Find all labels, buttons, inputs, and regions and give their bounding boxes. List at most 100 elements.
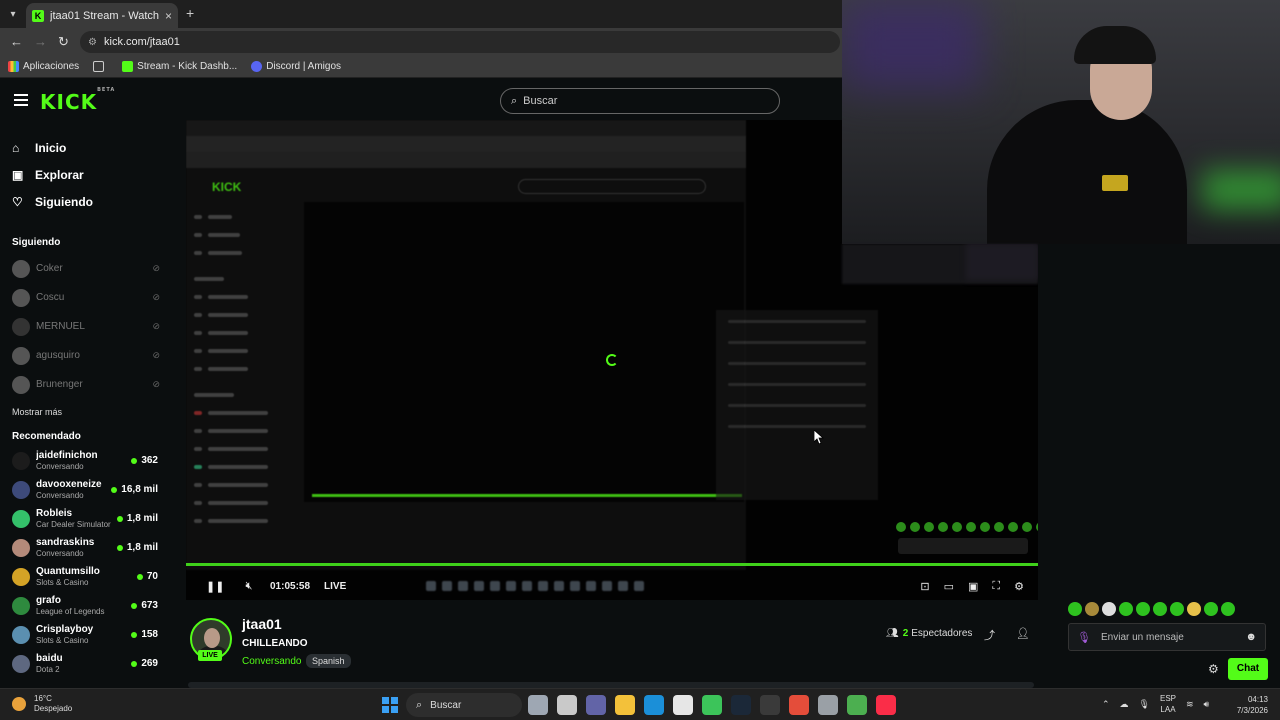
emote-icon[interactable] [1153,602,1167,616]
back-icon[interactable]: ← [10,34,23,49]
recommended-item[interactable]: Crisplayboy Slots & Casino 158 [0,620,170,649]
url-field[interactable]: ⚙ kick.com/jtaa01 [80,31,840,53]
pip-icon[interactable]: ▣ [968,580,978,593]
emote-icon[interactable] [1068,602,1082,616]
language-indicator[interactable]: ESP LAA [1160,693,1176,715]
chrome-icon[interactable] [789,695,809,715]
nav-inicio[interactable]: ⌂ Inicio [12,134,170,161]
show-more-link[interactable]: Mostrar más [0,407,170,417]
nav-label: Explorar [35,167,84,182]
progress-bar[interactable] [186,563,1038,566]
avatar [12,538,30,557]
recommended-item[interactable]: Quantumsillo Slots & Casino 70 [0,562,170,591]
avatar [12,509,30,528]
nav-siguiendo[interactable]: ♡ Siguiendo [12,188,170,215]
edge-icon[interactable] [644,695,664,715]
emote-icon[interactable] [1085,602,1099,616]
chrome-profile-icon[interactable] [847,695,867,715]
recommended-item[interactable]: grafo League of Legends 673 [0,591,170,620]
search-input[interactable]: ⌕ Buscar [500,88,780,114]
settings-icon[interactable]: ⚙ [1014,580,1024,593]
bookmark-discord[interactable]: Discord | Amigos [251,61,341,72]
bookmark-grid[interactable] [93,61,108,72]
mic-tray-icon[interactable]: 🎙︎ [1139,699,1150,710]
teams-icon[interactable] [586,695,606,715]
emote-icon[interactable] [1170,602,1184,616]
following-item[interactable]: Coscu ⊘ [0,283,170,312]
emote-icon[interactable] [1221,602,1235,616]
steam-icon[interactable] [731,695,751,715]
following-item[interactable]: agusquiro ⊘ [0,341,170,370]
emote-icon[interactable] [1187,602,1201,616]
menu-icon[interactable] [14,94,28,106]
weather-widget[interactable]: 16°C Despejado [12,694,72,714]
live-dot-icon [116,515,123,522]
emoji-icon[interactable]: ☻ [1245,631,1257,643]
fullscreen-icon[interactable]: ⛶ [992,580,1000,593]
bookmark-apps[interactable]: Aplicaciones [8,61,79,72]
forward-icon[interactable]: → [34,34,47,49]
theater-icon[interactable]: ▭ [944,580,954,593]
follow-user-icon[interactable]: 👤︎ [1016,627,1030,640]
new-tab-icon[interactable]: + [186,5,194,21]
emote-icon[interactable] [1102,602,1116,616]
streamer-name[interactable]: jtaa01 [242,616,282,632]
settings-app-icon[interactable] [818,695,838,715]
cloud-icon[interactable]: ☁ [1120,699,1129,710]
recommended-item[interactable]: Robleis Car Dealer Simulator 1,8 mil [0,504,170,533]
emote-icon[interactable] [1119,602,1133,616]
clock-time: 04:13 [1247,695,1268,704]
language-tag[interactable]: Spanish [306,654,351,668]
app-icon[interactable] [528,695,548,715]
windows-start-icon[interactable] [382,697,398,713]
channel-category: Slots & Casino [36,635,89,645]
store-icon[interactable] [673,695,693,715]
bookmark-label: Aplicaciones [23,61,80,72]
avatar [12,375,30,394]
site-info-icon[interactable]: ⚙ [88,37,97,48]
live-dot-icon [116,544,123,551]
pause-icon[interactable]: ❚❚ [206,580,224,593]
music-icon[interactable] [876,695,896,715]
live-dot-icon [111,486,118,493]
volume-icon[interactable]: 🔊︎ [1204,699,1210,710]
chevron-up-icon[interactable]: ⌃ [1102,699,1110,710]
windows-taskbar: 16°C Despejado ⌕ Buscar ⌃ ☁ 🎙︎ ESP LAA ≋… [0,688,1280,720]
recommended-item[interactable]: davooxeneize Conversando 16,8 mil [0,475,170,504]
chat-send-button[interactable]: Chat [1228,658,1268,680]
wifi-icon[interactable]: ≋ [1186,699,1194,710]
capture-video [304,202,744,502]
obs-icon[interactable] [760,695,780,715]
chat-message-input[interactable]: 🎙︎ Enviar un mensaje ☻ [1068,623,1266,651]
live-dot-icon [131,631,138,638]
compass-icon: ▣ [12,167,24,182]
following-item[interactable]: MERNUEL ⊘ [0,312,170,341]
file-explorer-icon[interactable] [615,695,635,715]
share-icon[interactable]: ⤴ [984,627,995,643]
emote-icon[interactable] [1204,602,1218,616]
microphone-icon[interactable]: 🎙︎ [1077,631,1093,644]
kick-logo[interactable]: KICKBETA [40,87,115,114]
following-item[interactable]: Coker ⊘ [0,254,170,283]
taskbar-clock[interactable]: 04:13 7/3/2026 [1226,694,1268,716]
emote-icon[interactable] [1136,602,1150,616]
mute-icon[interactable]: 🔇︎ [242,580,256,593]
close-tab-icon[interactable]: × [165,9,172,23]
recommended-title: Recomendado [12,431,81,442]
task-view-icon[interactable] [557,695,577,715]
browser-tab[interactable]: K jtaa01 Stream - Watch Live on K × [26,3,178,28]
avatar [12,288,30,307]
clip-icon[interactable]: ⊡ [920,580,929,593]
recommended-item[interactable]: sandraskins Conversando 1,8 mil [0,533,170,562]
nav-explorar[interactable]: ▣ Explorar [12,161,170,188]
following-item[interactable]: Brunenger ⊘ [0,370,170,399]
stream-category[interactable]: Conversando [242,656,301,667]
bookmark-kick-dashboard[interactable]: Stream - Kick Dashb... [122,61,237,72]
taskbar-search[interactable]: ⌕ Buscar [406,693,522,717]
reload-icon[interactable]: ↻ [58,34,69,50]
recommended-item[interactable]: jaidefinichon Conversando 362 [0,446,170,475]
chat-settings-icon[interactable]: ⚙ [1208,662,1219,676]
whatsapp-icon[interactable] [702,695,722,715]
tab-search-icon[interactable]: ▾ [4,5,22,23]
recommended-item[interactable]: baidu Dota 2 269 [0,649,170,678]
